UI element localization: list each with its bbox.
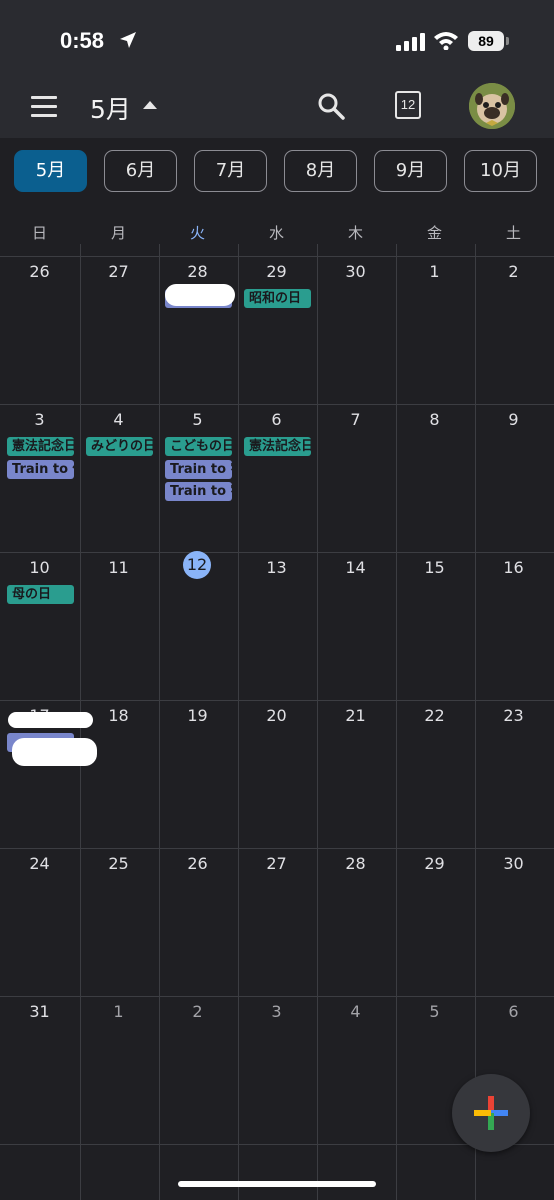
date-number: 27 [108, 262, 129, 281]
date-number: 3 [34, 410, 45, 429]
date-number: 7 [350, 410, 361, 429]
date-number: 26 [29, 262, 50, 281]
weekday-label: 日 [31, 224, 47, 242]
search-icon[interactable] [317, 92, 345, 120]
weekday-label: 月 [110, 224, 126, 242]
create-event-button[interactable] [452, 1074, 530, 1152]
event-chip[interactable]: Train to 宇 [165, 459, 232, 479]
column-tick [317, 244, 318, 256]
date-number: 1 [113, 1002, 124, 1021]
date-number: 6 [271, 410, 282, 429]
avatar[interactable] [469, 83, 515, 129]
event-chip[interactable]: 憲法記念日 [244, 437, 311, 456]
event-chip[interactable]: 昭和の日 [244, 289, 311, 308]
date-number: 16 [503, 558, 524, 577]
date-number: 26 [187, 854, 208, 873]
event-chip[interactable]: 母の日 [7, 585, 74, 604]
date-number: 30 [345, 262, 366, 281]
column-tick [475, 244, 476, 256]
date-number: 9 [508, 410, 519, 429]
plus-icon [474, 1096, 508, 1130]
date-number: 25 [108, 854, 129, 873]
today-calendar-icon[interactable]: 12 [395, 91, 421, 119]
date-number: 5 [429, 1002, 440, 1021]
date-number: 20 [266, 706, 287, 725]
month-chip[interactable]: 5月 [14, 150, 87, 192]
today-date[interactable]: 12 [183, 551, 211, 579]
redaction-mark [12, 738, 97, 766]
weekday-label: 金 [426, 224, 442, 242]
battery-tip [506, 37, 509, 45]
menu-icon[interactable] [31, 96, 57, 123]
weekday-label: 火 [189, 224, 205, 242]
date-number: 19 [187, 706, 208, 725]
wifi-icon [434, 32, 458, 50]
date-number: 13 [266, 558, 287, 577]
date-number: 31 [29, 1002, 50, 1021]
event-chip[interactable]: こどもの日 [165, 437, 232, 456]
home-indicator[interactable] [178, 1181, 376, 1187]
weekday-label: 土 [505, 224, 521, 242]
caret-up-icon[interactable] [143, 101, 157, 109]
date-number: 4 [350, 1002, 361, 1021]
event-chip[interactable]: 憲法記念日 [7, 437, 74, 456]
status-time: 0:58 [60, 28, 105, 53]
date-number: 28 [187, 262, 208, 281]
weekday-label: 木 [347, 224, 363, 242]
date-number: 29 [266, 262, 287, 281]
date-number: 30 [503, 854, 524, 873]
date-number: 29 [424, 854, 445, 873]
month-chip[interactable]: 8月 [284, 150, 357, 192]
date-number: 27 [266, 854, 287, 873]
cellular-signal-icon [396, 33, 425, 51]
date-number: 24 [29, 854, 50, 873]
date-number: 2 [192, 1002, 203, 1021]
column-tick [238, 244, 239, 256]
column-tick [396, 244, 397, 256]
month-title[interactable]: 5月 [90, 90, 131, 126]
date-number: 10 [29, 558, 50, 577]
event-chip[interactable]: Train to 宇 [165, 482, 232, 501]
date-number: 23 [503, 706, 524, 725]
status-bar: 0:58 89 [0, 0, 554, 80]
date-number: 8 [429, 410, 440, 429]
date-number: 5 [192, 410, 203, 429]
month-chip[interactable]: 9月 [374, 150, 447, 192]
location-arrow-icon [120, 32, 136, 48]
event-chip[interactable]: みどりの日 [86, 437, 153, 456]
top-bar: 0:58 89 5月 12 [0, 0, 554, 138]
weekday-label: 水 [268, 224, 284, 242]
month-chip-bar: 5月 6月 7月 8月 9月 10月 [0, 138, 554, 206]
date-number: 3 [271, 1002, 282, 1021]
pug-avatar-icon [469, 83, 515, 129]
date-number: 15 [424, 558, 445, 577]
date-number: 22 [424, 706, 445, 725]
column-tick [159, 244, 160, 256]
battery-icon: 89 [468, 31, 504, 51]
date-number: 4 [113, 410, 124, 429]
date-number: 11 [108, 558, 129, 577]
date-number: 1 [429, 262, 440, 281]
date-number: 28 [345, 854, 366, 873]
month-chip[interactable]: 10月 [464, 150, 537, 192]
date-number: 2 [508, 262, 519, 281]
date-number: 6 [508, 1002, 519, 1021]
month-grid: 2627282930123456789101112131415161718192… [0, 256, 554, 1200]
column-tick [80, 244, 81, 256]
redaction-mark [165, 284, 235, 306]
month-chip[interactable]: 7月 [194, 150, 267, 192]
date-number: 21 [345, 706, 366, 725]
event-chip[interactable]: Train to 佐 [7, 459, 74, 479]
date-number: 14 [345, 558, 366, 577]
month-chip[interactable]: 6月 [104, 150, 177, 192]
redaction-mark [8, 712, 93, 728]
